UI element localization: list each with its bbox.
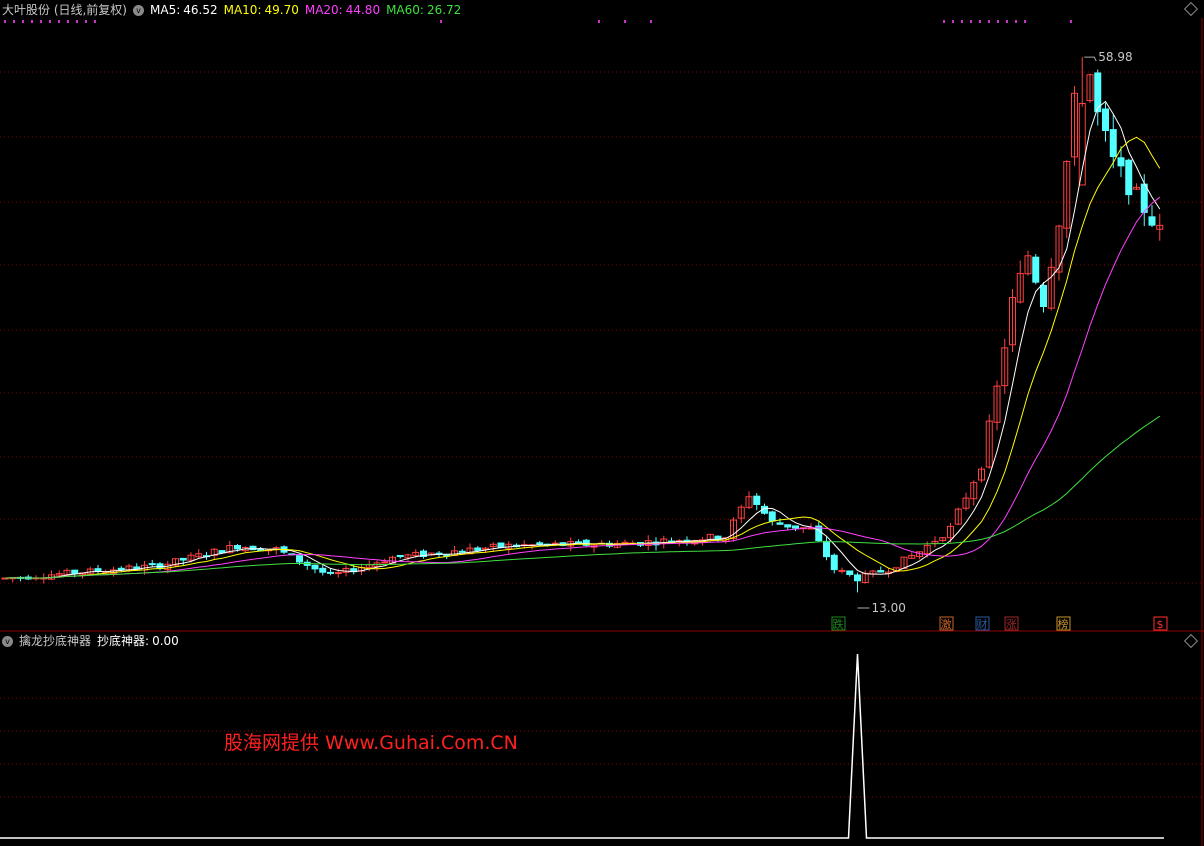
svg-text:跌: 跌	[833, 617, 844, 631]
signal-dot	[1024, 20, 1026, 23]
signal-dot	[67, 20, 69, 23]
signal-dot	[598, 20, 600, 23]
candle-body	[381, 561, 389, 564]
event-marker[interactable]: 激	[939, 616, 954, 631]
candle-body	[497, 542, 505, 548]
candle-body	[784, 524, 792, 528]
candle-body	[823, 540, 830, 558]
candle-body	[1078, 102, 1086, 186]
svg-text:榜: 榜	[1058, 617, 1069, 631]
candle-body	[768, 511, 776, 522]
low-label: 13.00	[872, 601, 906, 615]
indicator-chart[interactable]	[0, 632, 1204, 846]
signal-dot	[970, 20, 972, 23]
candle-body	[830, 554, 838, 571]
candle-body	[234, 545, 241, 550]
candle-body	[1109, 129, 1117, 158]
svg-text:$: $	[1157, 618, 1164, 631]
candle-body	[1040, 284, 1047, 308]
svg-text:涨: 涨	[1006, 618, 1017, 631]
price-chart[interactable]: 58.98 13.00 跌 激 财 涨 榜 $	[0, 0, 1204, 632]
candle-body	[327, 571, 334, 574]
signal-dot	[997, 20, 999, 23]
high-marker	[1084, 56, 1097, 62]
candle-body	[846, 570, 854, 576]
event-marker[interactable]: $	[1153, 616, 1168, 631]
signal-line	[0, 653, 1164, 839]
candle-body	[458, 550, 466, 553]
signal-dot	[440, 20, 442, 23]
candle-body	[474, 547, 482, 551]
signal-dot	[1070, 20, 1072, 23]
signal-dot	[58, 20, 60, 23]
candle-body	[1148, 216, 1156, 226]
signal-dot	[943, 20, 945, 23]
candle-body	[1117, 157, 1125, 167]
candle-body	[311, 564, 319, 570]
candle-body	[319, 567, 327, 573]
signal-dot	[979, 20, 981, 23]
candle-body	[536, 542, 544, 545]
signal-dot	[94, 20, 96, 23]
candle-body	[621, 541, 629, 544]
signal-dot	[624, 20, 626, 23]
signal-dot	[13, 20, 15, 23]
candle-body	[179, 557, 187, 561]
ma5-line	[4, 100, 1161, 579]
signal-dot	[650, 20, 652, 23]
candle-body	[1125, 159, 1133, 196]
high-label: 58.98	[1098, 50, 1132, 64]
signal-dot	[40, 20, 42, 23]
signal-dot	[76, 20, 78, 23]
candle-body	[334, 572, 342, 575]
event-marker[interactable]: 财	[975, 616, 990, 631]
event-marker[interactable]: 榜	[1056, 616, 1071, 631]
candle-body	[753, 495, 761, 505]
signal-dot	[952, 20, 954, 23]
watermark: 股海网提供 Www.Guhai.Com.CN	[224, 732, 518, 754]
candle-body	[396, 554, 404, 558]
signal-dot	[1015, 20, 1017, 23]
svg-text:激: 激	[941, 617, 952, 631]
ma10-line	[4, 136, 1161, 579]
signal-dot	[988, 20, 990, 23]
candle-body	[1102, 108, 1109, 132]
signal-dot	[4, 20, 6, 23]
event-marker[interactable]: 涨	[1004, 616, 1019, 631]
candle-body	[71, 569, 79, 575]
candle-body	[838, 569, 846, 572]
signal-dot	[85, 20, 87, 23]
candle-body	[792, 525, 799, 529]
signal-dot	[961, 20, 963, 23]
candle-body	[148, 563, 156, 566]
signal-dot	[31, 20, 33, 23]
candle-body	[296, 555, 303, 563]
candle-body	[877, 570, 885, 573]
signal-dot	[1006, 20, 1008, 23]
signal-dot	[22, 20, 24, 23]
candle-body	[776, 522, 784, 525]
event-marker[interactable]: 跌	[831, 616, 846, 631]
candle-body	[1032, 256, 1040, 283]
ma20-line	[4, 196, 1161, 579]
candle-body	[1140, 183, 1148, 213]
candle-body	[854, 574, 861, 582]
signal-dot	[49, 20, 51, 23]
svg-text:财: 财	[977, 617, 988, 631]
candle-body	[117, 567, 125, 571]
candle-body	[575, 541, 582, 544]
